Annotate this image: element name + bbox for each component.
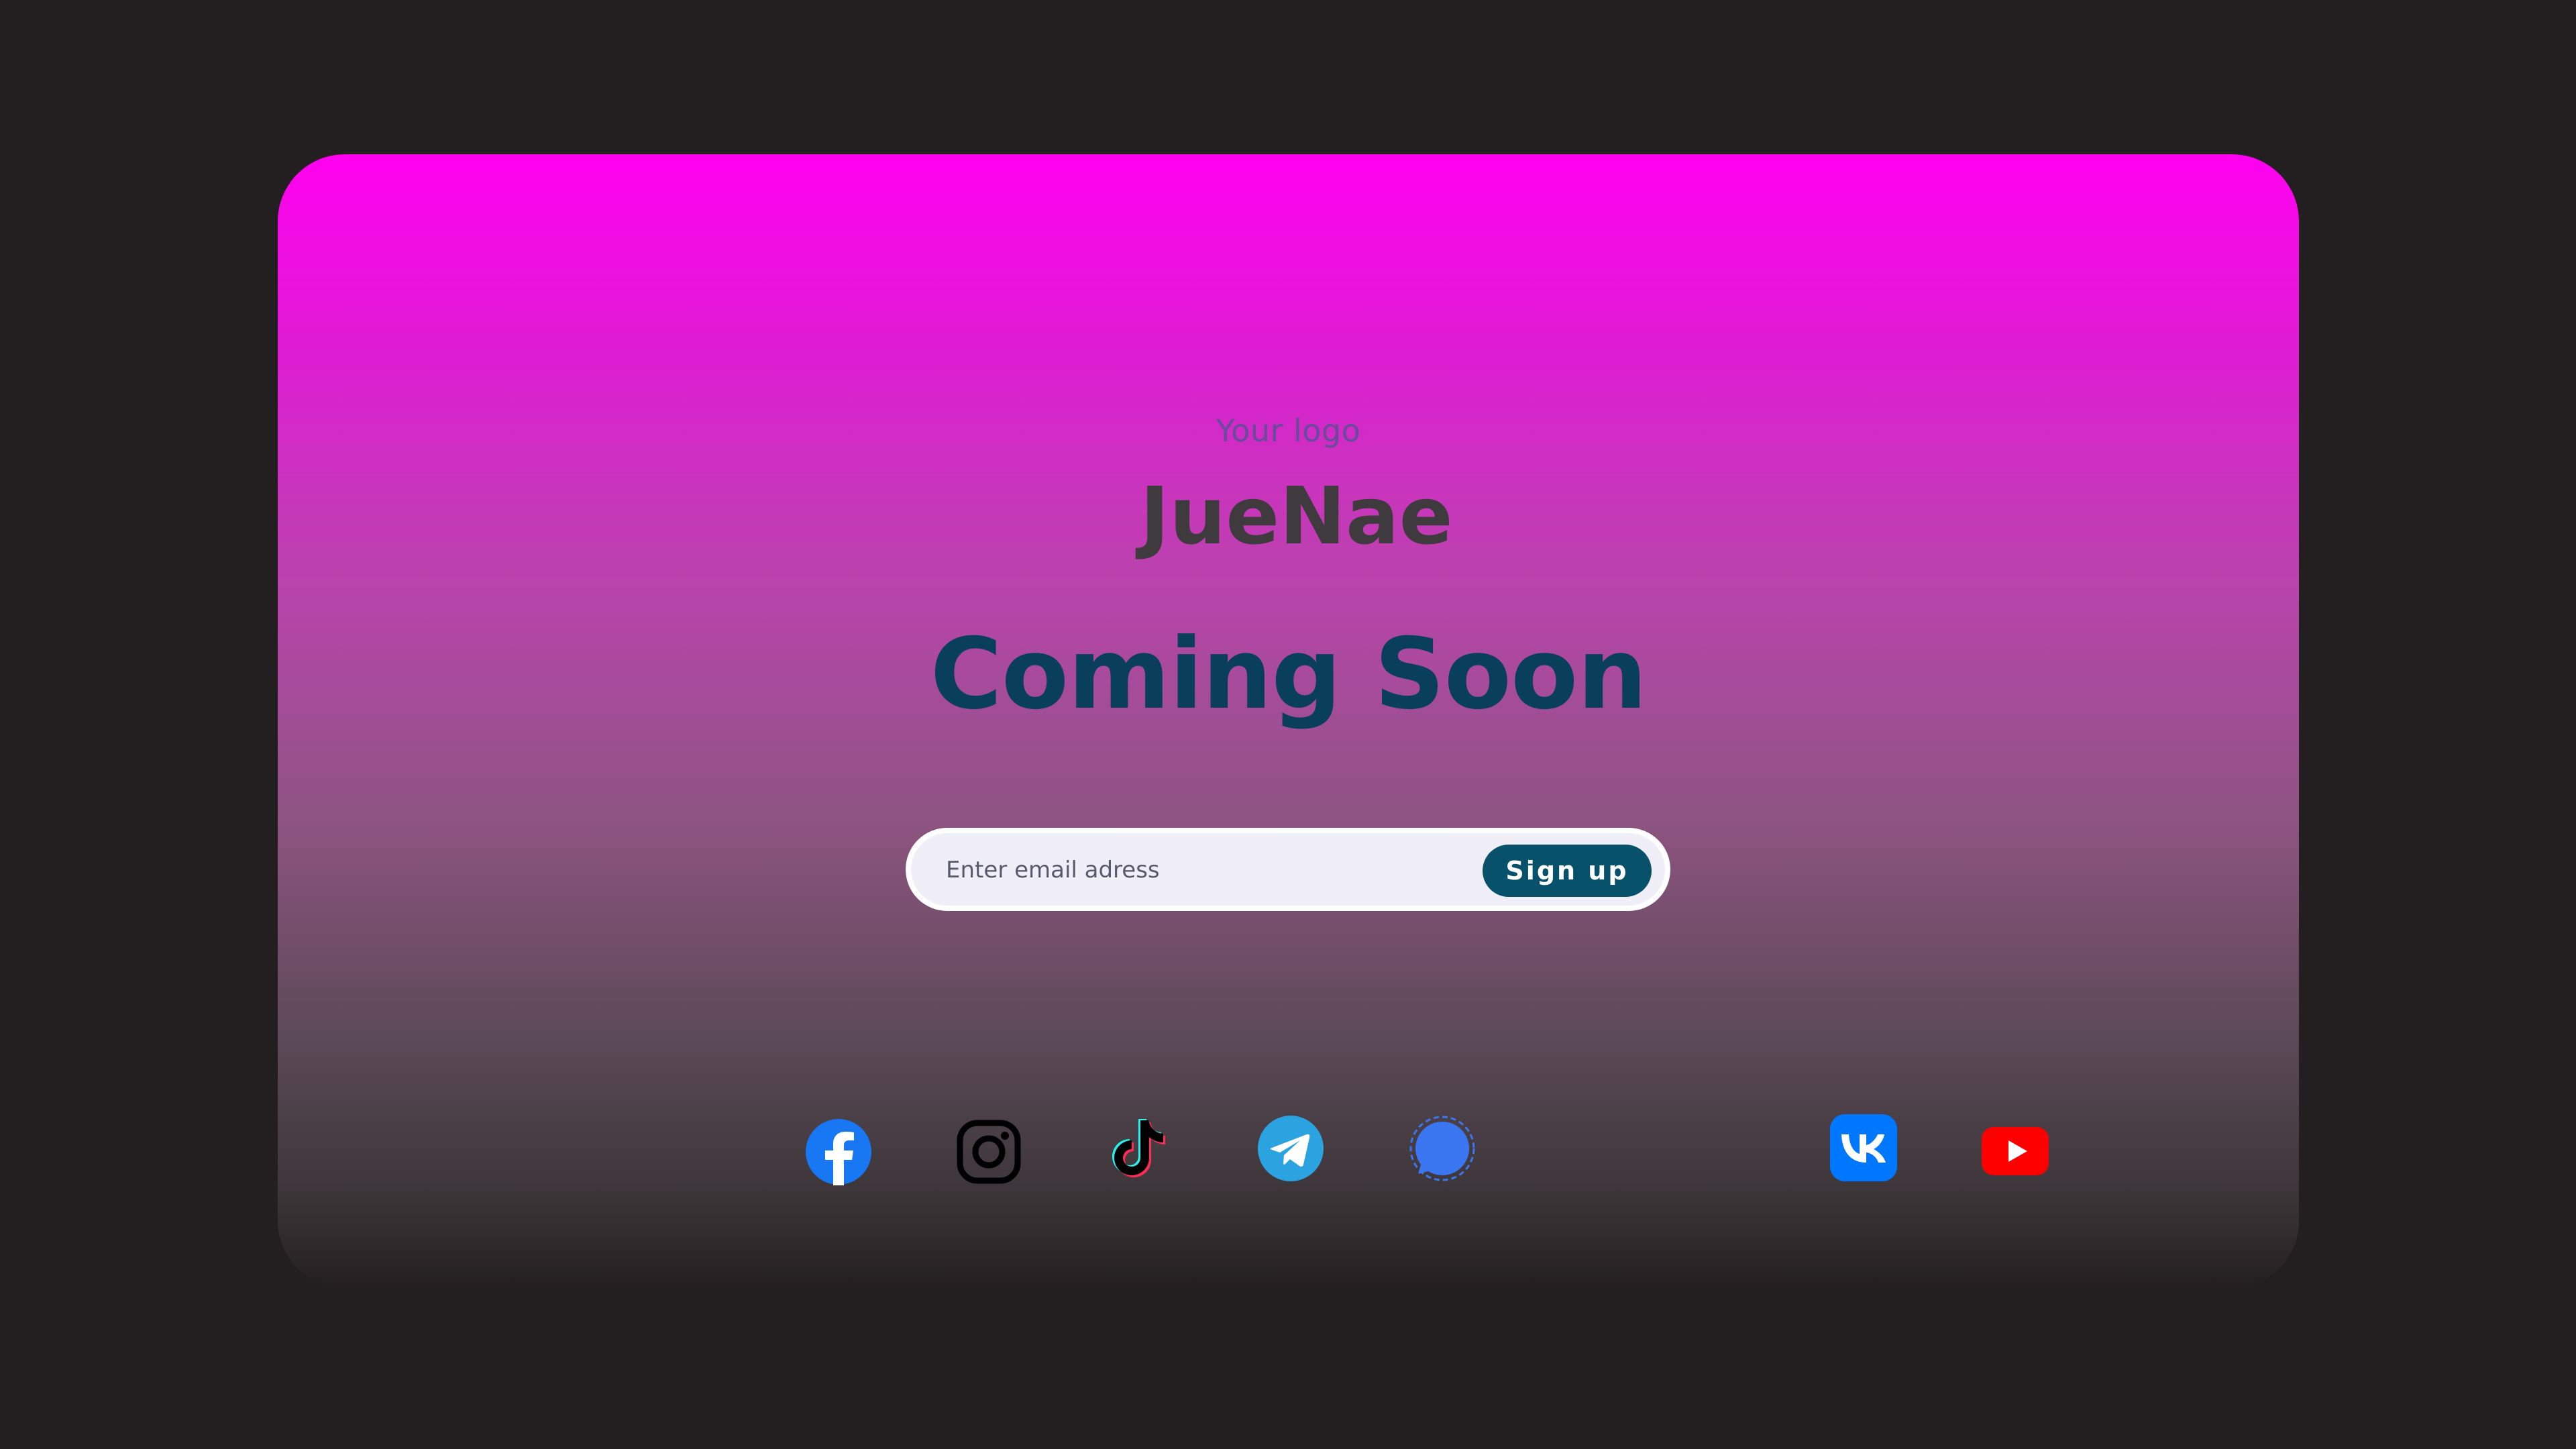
instagram-link[interactable] [955, 1118, 1022, 1185]
email-input[interactable] [945, 833, 1457, 907]
signal-icon [1409, 1116, 1475, 1181]
coming-soon-card: Your logo JueNae Coming Soon Sign up [278, 154, 2299, 1288]
youtube-icon [1982, 1127, 2049, 1175]
youtube-link[interactable] [1982, 1118, 2049, 1185]
logo-placeholder: Your logo [1216, 413, 1361, 449]
signal-link[interactable] [1409, 1115, 1476, 1182]
vk-icon [1830, 1114, 1897, 1181]
instagram-icon [957, 1120, 1021, 1184]
tiktok-link[interactable] [1106, 1114, 1173, 1181]
brand-name: JueNae [1140, 470, 1453, 562]
signup-field-wrapper: Sign up [911, 833, 1665, 907]
tiktok-icon [1112, 1119, 1165, 1177]
telegram-icon [1258, 1116, 1324, 1181]
signup-form: Sign up [906, 828, 1670, 911]
vk-link-placeholder [486, 1269, 553, 1288]
facebook-link[interactable] [805, 1118, 872, 1185]
vk-link[interactable] [1830, 1114, 1897, 1181]
facebook-icon [806, 1119, 871, 1185]
telegram-link[interactable] [1257, 1115, 1324, 1182]
page-title: Coming Soon [930, 617, 1648, 731]
signup-button[interactable]: Sign up [1483, 845, 1652, 897]
